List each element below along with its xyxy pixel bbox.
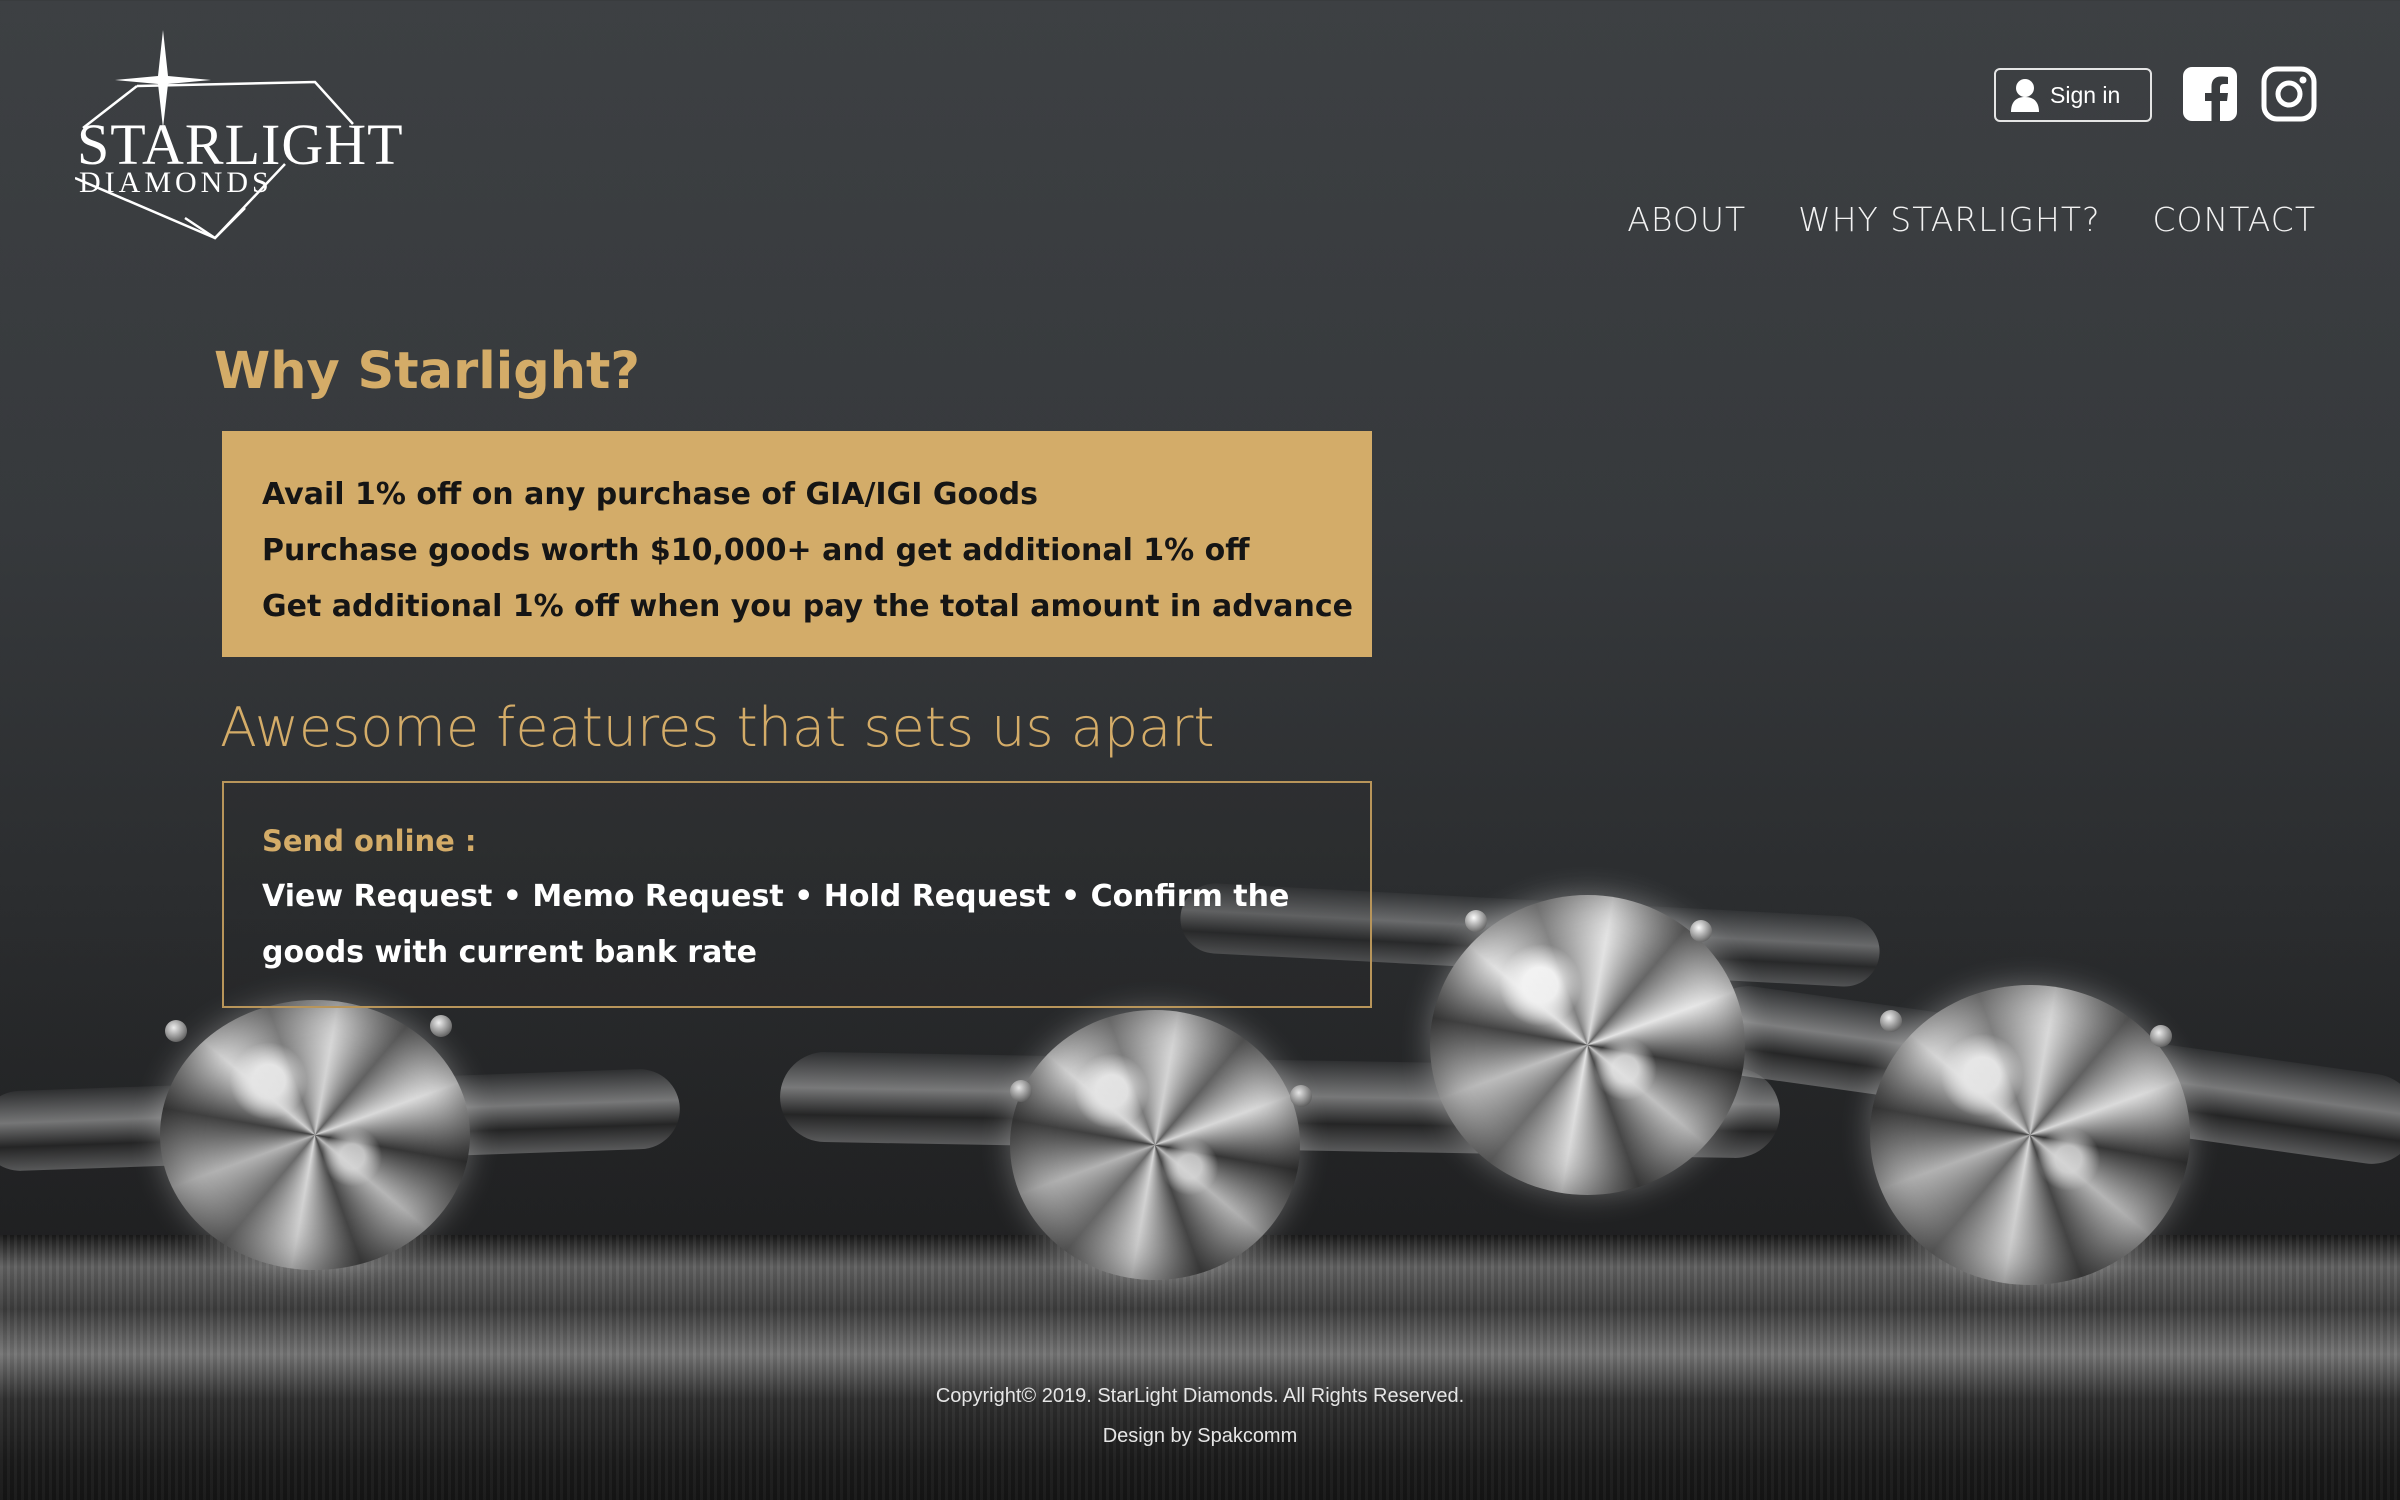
features-title: Awesome features that sets us apart xyxy=(220,696,1215,759)
design-credit: Design by Spakcomm xyxy=(1102,1425,1298,1447)
instagram-icon[interactable] xyxy=(2261,66,2317,122)
facebook-icon[interactable] xyxy=(2182,66,2238,122)
features-text: View Request • Memo Request • Hold Reque… xyxy=(262,879,1290,970)
offers-box: Avail 1% off on any purchase of GIA/IGI … xyxy=(222,431,1372,657)
nav-about[interactable]: ABOUT xyxy=(1627,200,1746,239)
main-nav: ABOUT WHY STARLIGHT? CONTACT xyxy=(1627,200,2316,239)
brand-logo[interactable]: STARLIGHT DIAMONDS xyxy=(75,28,403,243)
user-icon xyxy=(2011,79,2039,112)
sign-in-button[interactable]: Sign in xyxy=(1994,68,2152,122)
features-box: Send online : View Request • Memo Reques… xyxy=(222,781,1372,1008)
nav-contact[interactable]: CONTACT xyxy=(2153,200,2317,239)
page-title: Why Starlight? xyxy=(214,342,640,401)
footer: Copyright© 2019. StarLight Diamonds. All… xyxy=(0,1376,2400,1456)
offer-item: Get additional 1% off when you pay the t… xyxy=(262,589,1353,624)
sign-in-label: Sign in xyxy=(2050,81,2121,108)
nav-why-starlight[interactable]: WHY STARLIGHT? xyxy=(1798,200,2100,239)
copyright-text: Copyright© 2019. StarLight Diamonds. All… xyxy=(935,1385,1465,1407)
features-label: Send online : xyxy=(262,824,477,858)
offer-item: Purchase goods worth $10,000+ and get ad… xyxy=(262,533,1250,568)
brand-subtitle: DIAMONDS xyxy=(79,166,273,199)
offer-item: Avail 1% off on any purchase of GIA/IGI … xyxy=(262,477,1039,512)
